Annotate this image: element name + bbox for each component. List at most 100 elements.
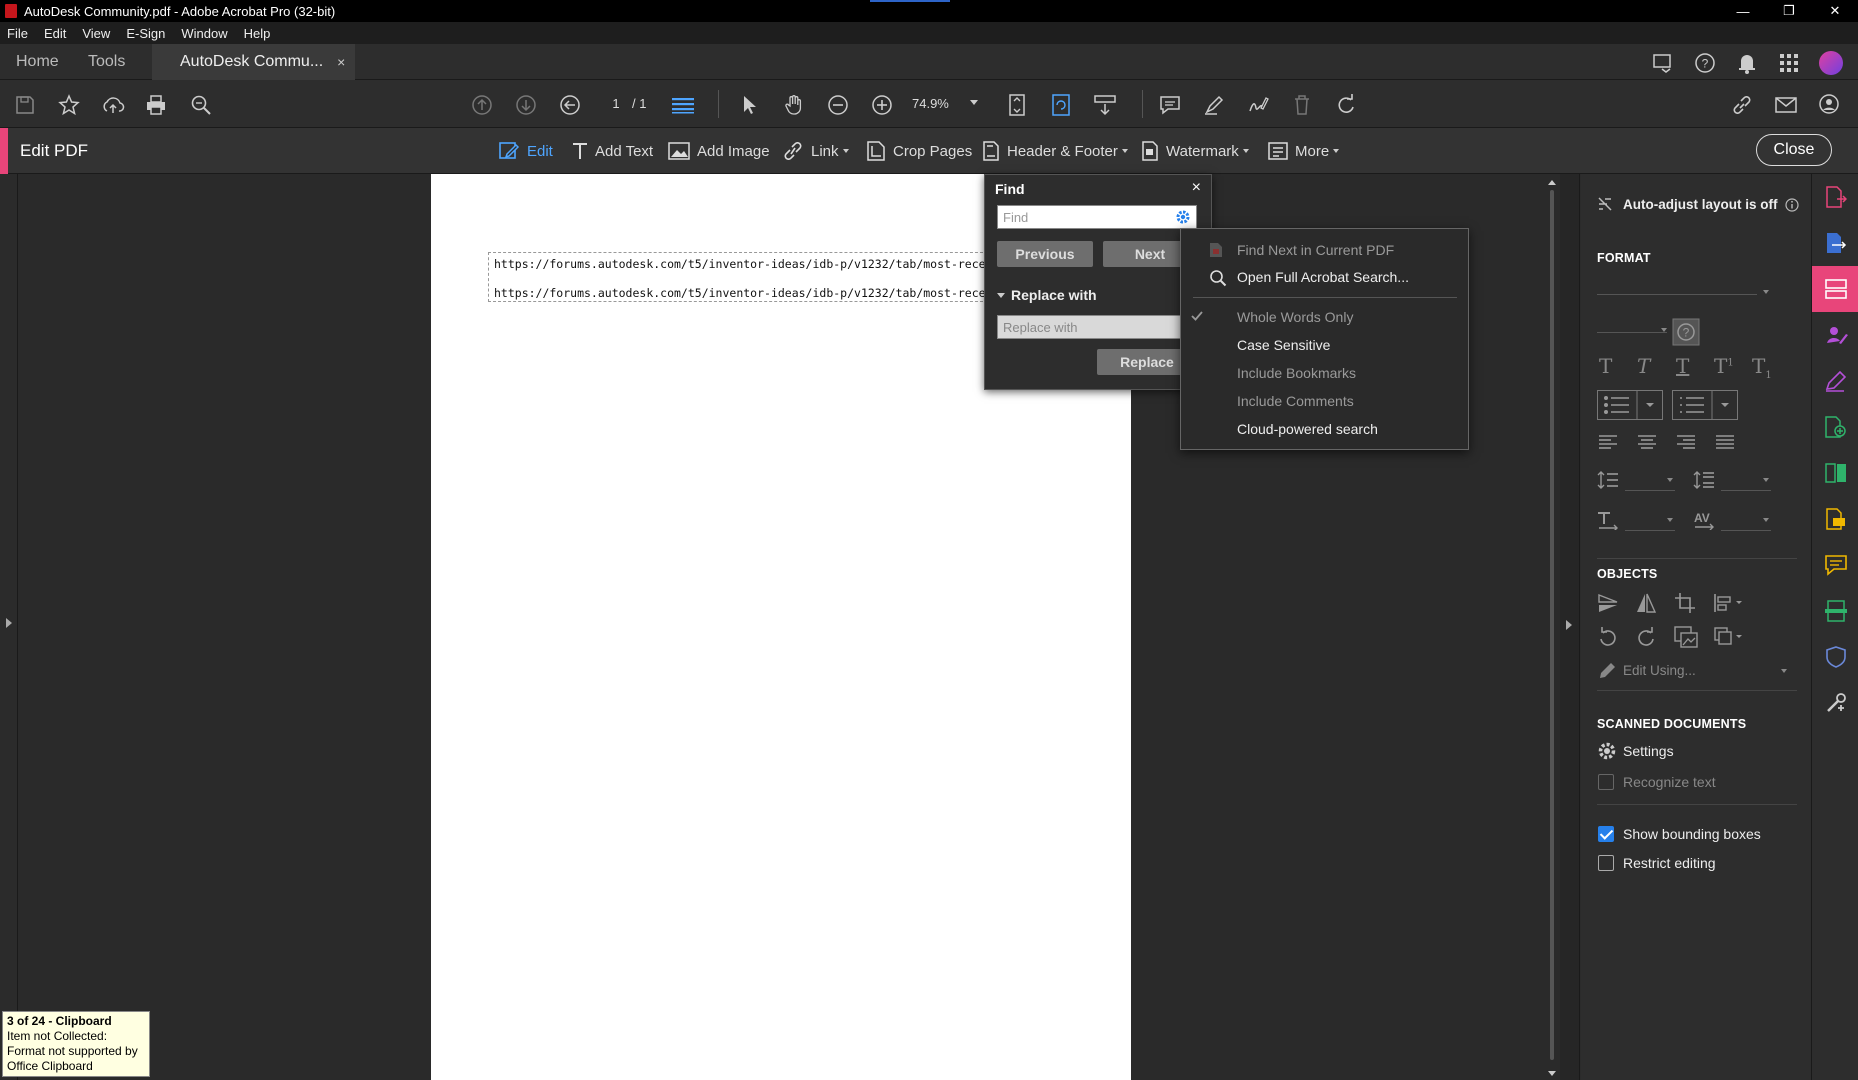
recognize-text-checkbox[interactable]	[1598, 774, 1614, 790]
bullet-list-icon[interactable]	[1597, 390, 1663, 420]
align-center-icon[interactable]	[1637, 434, 1657, 450]
font-size-dropdown[interactable]	[1597, 332, 1667, 333]
hand-tool-icon[interactable]	[781, 92, 807, 118]
select-cursor-icon[interactable]	[737, 92, 763, 118]
help-icon[interactable]: ?	[1690, 52, 1720, 74]
find-input[interactable]: Find	[997, 205, 1197, 229]
paragraph-spacing-dropdown[interactable]	[1721, 490, 1771, 491]
minimize-button[interactable]: —	[1720, 0, 1766, 22]
redo-rotate-icon[interactable]	[1333, 92, 1359, 118]
protect-shield-tool-icon[interactable]	[1812, 634, 1858, 680]
line-spacing-dropdown-icon[interactable]	[1667, 478, 1673, 482]
apps-grid-icon[interactable]	[1774, 52, 1804, 74]
subscript-icon[interactable]: T1	[1752, 354, 1772, 381]
find-previous-button[interactable]: Previous	[997, 241, 1093, 267]
menu-cloud-powered-search[interactable]: Cloud-powered search	[1237, 421, 1378, 437]
menu-edit[interactable]: Edit	[44, 26, 66, 41]
zoom-dropdown-icon[interactable]	[970, 100, 978, 105]
menu-include-bookmarks[interactable]: Include Bookmarks	[1237, 365, 1356, 381]
menu-help[interactable]: Help	[244, 26, 271, 41]
watermark-button[interactable]: Watermark	[1141, 140, 1249, 162]
numbered-list-icon[interactable]	[1672, 390, 1738, 420]
edit-tool-button[interactable]: Edit	[498, 140, 553, 162]
find-close-icon[interactable]: ×	[1192, 179, 1201, 197]
group-objects-icon[interactable]	[1713, 626, 1745, 648]
character-spacing-dropdown[interactable]	[1721, 530, 1771, 531]
measure-tool-icon[interactable]	[1092, 92, 1118, 118]
line-spacing-dropdown[interactable]	[1625, 490, 1675, 491]
italic-text-icon[interactable]: T	[1637, 354, 1650, 378]
crop-image-icon[interactable]	[1674, 592, 1696, 614]
restrict-editing-checkbox[interactable]	[1598, 855, 1614, 871]
replace-input[interactable]: Replace with	[997, 315, 1197, 339]
underline-text-icon[interactable]: T	[1676, 354, 1689, 378]
rotate-counterclockwise-icon[interactable]	[1597, 626, 1619, 648]
menu-include-comments[interactable]: Include Comments	[1237, 393, 1354, 409]
horizontal-scale-dropdown-icon[interactable]	[1667, 518, 1673, 522]
comment-tool-icon[interactable]	[1812, 542, 1858, 588]
character-spacing-dropdown-icon[interactable]	[1763, 518, 1769, 522]
align-right-icon[interactable]	[1676, 434, 1696, 450]
superscript-icon[interactable]: T1	[1714, 354, 1734, 378]
edit-using-dropdown-icon[interactable]	[1781, 669, 1787, 673]
scale-text-icon[interactable]	[1597, 510, 1619, 530]
delete-trash-icon[interactable]	[1289, 92, 1315, 118]
replace-with-toggle[interactable]: Replace with	[997, 287, 1097, 303]
paragraph-spacing-dropdown-icon[interactable]	[1763, 478, 1769, 482]
share-link-icon[interactable]	[1729, 92, 1755, 118]
menu-find-next-in-current-pdf[interactable]: Find Next in Current PDF	[1237, 242, 1394, 258]
edit-using-dropdown[interactable]: Edit Using...	[1623, 663, 1696, 678]
user-avatar[interactable]	[1816, 51, 1846, 75]
info-icon[interactable]	[1785, 198, 1799, 212]
tab-document[interactable]: AutoDesk Commu... ×	[152, 44, 356, 80]
zoom-in-icon[interactable]	[869, 92, 895, 118]
find-options-gear-icon[interactable]	[1175, 209, 1191, 225]
menu-whole-words-only[interactable]: Whole Words Only	[1237, 309, 1353, 325]
request-esign-tool-icon[interactable]	[1812, 312, 1858, 358]
vertical-scrollbar[interactable]	[1544, 174, 1560, 1080]
horizontal-scale-dropdown[interactable]	[1625, 530, 1675, 531]
scan-ocr-tool-icon[interactable]	[1812, 588, 1858, 634]
comment-icon[interactable]	[1157, 92, 1183, 118]
paragraph-spacing-icon[interactable]	[1693, 470, 1715, 490]
export-pdf-tool-icon[interactable]	[1812, 174, 1858, 220]
highlight-pen-icon[interactable]	[1201, 92, 1227, 118]
bookmark-star-icon[interactable]	[56, 92, 82, 118]
fit-page-icon[interactable]	[1004, 92, 1030, 118]
compare-files-tool-icon[interactable]	[1812, 450, 1858, 496]
font-size-dropdown-icon[interactable]	[1661, 328, 1667, 332]
close-window-button[interactable]: ✕	[1812, 0, 1858, 22]
scroll-up-icon[interactable]	[1548, 180, 1556, 185]
account-security-icon[interactable]	[1817, 92, 1843, 118]
rotate-view-icon[interactable]	[1048, 92, 1074, 118]
align-left-icon[interactable]	[1598, 434, 1618, 450]
font-dropdown-icon[interactable]	[1763, 290, 1769, 294]
menu-window[interactable]: Window	[181, 26, 227, 41]
fill-and-sign-tool-icon[interactable]	[1812, 358, 1858, 404]
document-url-line[interactable]: https://forums.autodesk.com/t5/inventor-…	[494, 257, 984, 271]
flip-vertical-icon[interactable]	[1597, 592, 1619, 614]
tab-close-icon[interactable]: ×	[337, 54, 345, 70]
header-footer-button[interactable]: Header & Footer	[982, 140, 1128, 162]
collapse-right-panel-icon[interactable]	[1566, 620, 1572, 630]
font-family-dropdown[interactable]	[1597, 294, 1757, 295]
previous-page-icon[interactable]	[469, 92, 495, 118]
text-color-swatch-icon[interactable]: ?	[1672, 318, 1700, 346]
expand-left-panel-icon[interactable]	[6, 618, 12, 628]
save-icon[interactable]	[12, 92, 38, 118]
tab-home[interactable]: Home	[16, 44, 59, 80]
menu-esign[interactable]: E-Sign	[126, 26, 165, 41]
back-arrow-icon[interactable]	[557, 92, 583, 118]
zoom-out-icon[interactable]	[825, 92, 851, 118]
zoom-level-field[interactable]: 74.9%	[912, 93, 949, 115]
tab-tools[interactable]: Tools	[88, 44, 125, 80]
replace-image-icon[interactable]	[1674, 626, 1698, 648]
more-button[interactable]: More	[1268, 140, 1340, 162]
scroll-down-icon[interactable]	[1548, 1071, 1556, 1076]
settings-link[interactable]: Settings	[1623, 743, 1674, 759]
scrolling-mode-icon[interactable]	[670, 92, 696, 118]
create-pdf-tool-icon[interactable]	[1812, 220, 1858, 266]
share-screen-icon[interactable]	[1648, 52, 1678, 74]
add-image-button[interactable]: Add Image	[668, 140, 770, 162]
next-page-icon[interactable]	[513, 92, 539, 118]
